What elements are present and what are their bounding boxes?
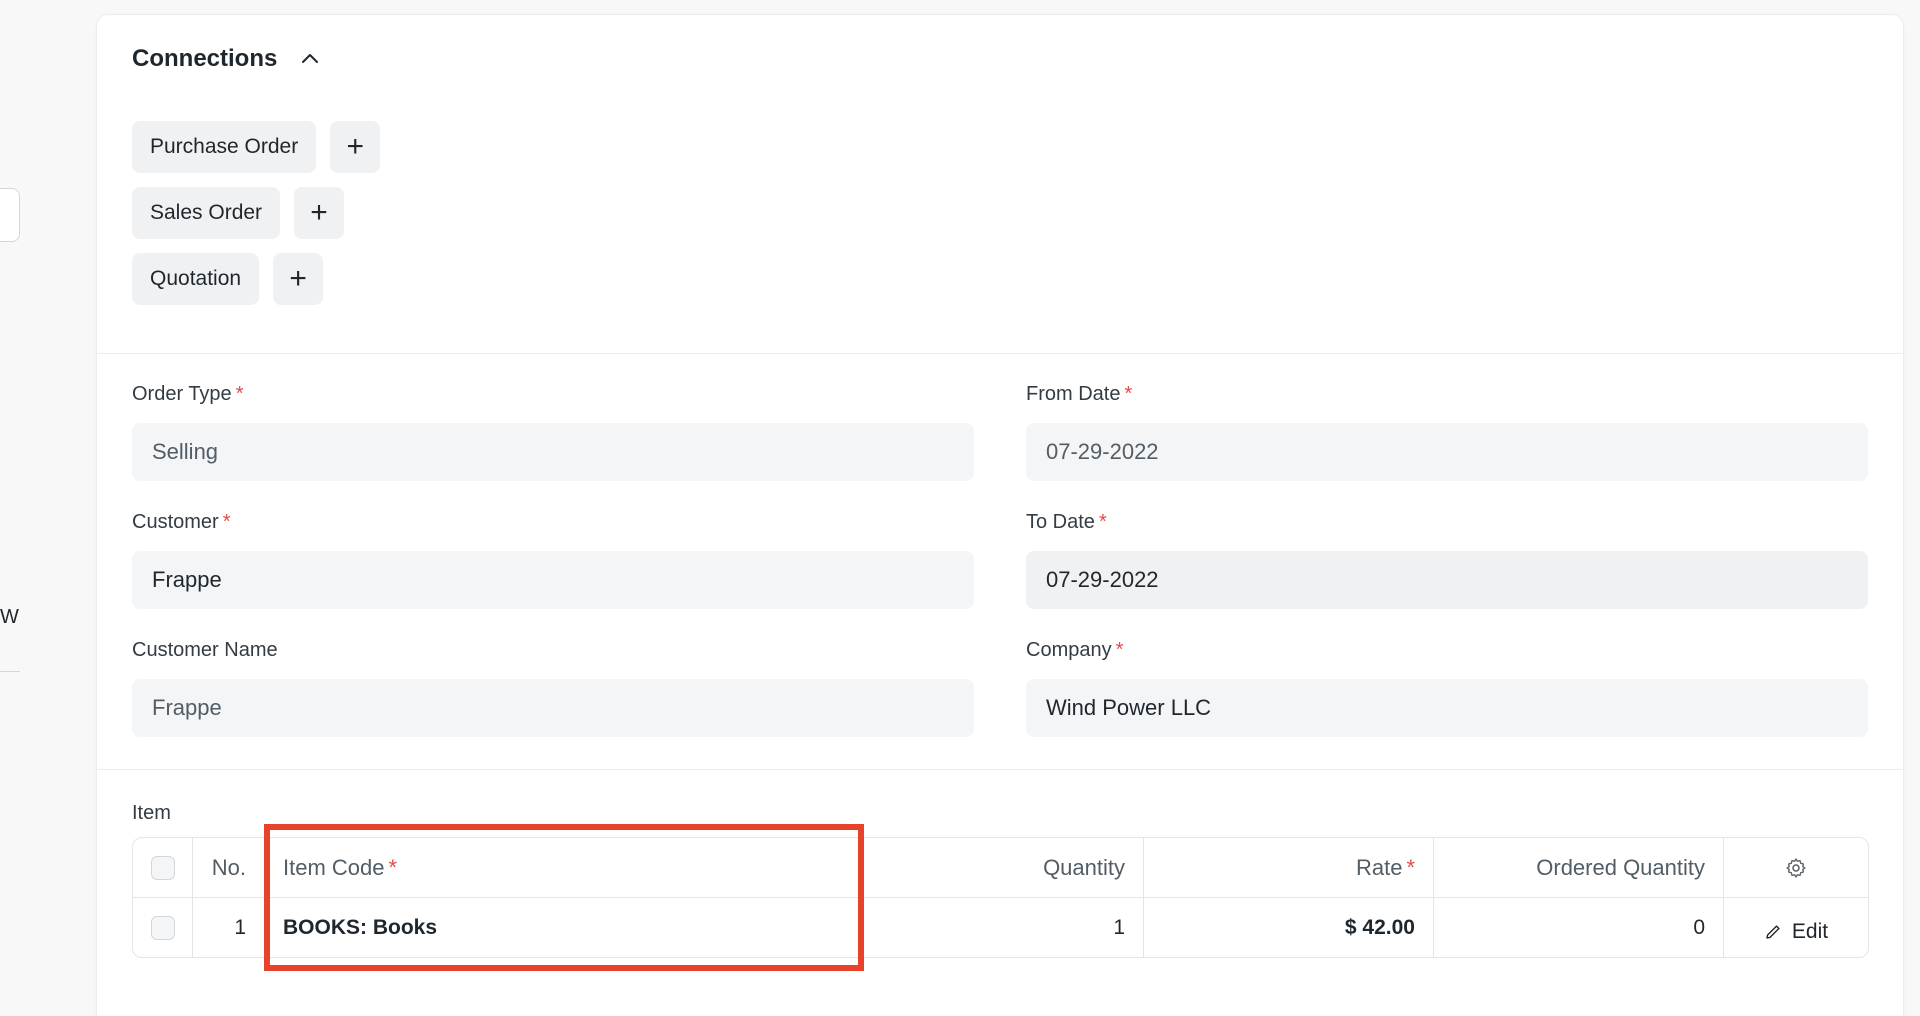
- from-date-label: From Date *: [1026, 383, 1133, 405]
- row-edit-label: Edit: [1791, 920, 1829, 943]
- row-checkbox[interactable]: [150, 916, 175, 940]
- connection-row-sales-order: Sales Order +: [132, 187, 345, 239]
- column-settings-button[interactable]: [1724, 838, 1868, 897]
- connection-purchase-order-button[interactable]: Purchase Order: [132, 121, 317, 173]
- company-label: Company *: [1026, 639, 1124, 661]
- connections-header[interactable]: Connections: [132, 45, 321, 73]
- chevron-up-icon[interactable]: [299, 48, 321, 70]
- sidebar-text-fragment: W: [0, 606, 19, 628]
- section-divider: [97, 769, 1903, 770]
- header-rate: Rate *: [1144, 838, 1434, 897]
- add-purchase-order-button[interactable]: +: [330, 121, 381, 173]
- sidebar-divider: [0, 671, 20, 672]
- connection-row-quotation: Quotation +: [132, 253, 324, 305]
- customer-name-field: Customer Name Frappe: [132, 639, 974, 737]
- row-quantity[interactable]: 1: [954, 898, 1144, 957]
- to-date-field: To Date * 07-29-2022: [1026, 511, 1868, 609]
- customer-name-input: Frappe: [132, 679, 974, 737]
- select-all-checkbox[interactable]: [150, 855, 175, 880]
- row-item-code[interactable]: BOOKS: Books: [265, 898, 954, 957]
- from-date-input[interactable]: 07-29-2022: [1026, 423, 1868, 481]
- header-select-cell: [133, 838, 193, 897]
- connection-quotation-button[interactable]: Quotation: [132, 253, 260, 305]
- to-date-label: To Date *: [1026, 511, 1107, 533]
- item-table: No. Item Code * Quantity Rate * Ordered Qu…: [132, 837, 1869, 958]
- item-table-header: No. Item Code * Quantity Rate * Ordered Qu…: [133, 838, 1868, 898]
- company-field: Company * Wind Power LLC: [1026, 639, 1868, 737]
- sidebar-input-fragment[interactable]: [0, 188, 20, 242]
- customer-name-label: Customer Name: [132, 639, 278, 661]
- customer-field: Customer * Frappe: [132, 511, 974, 609]
- connection-row-purchase-order: Purchase Order +: [132, 121, 381, 173]
- from-date-field: From Date * 07-29-2022: [1026, 383, 1868, 481]
- row-select-cell: [133, 898, 193, 957]
- customer-input[interactable]: Frappe: [132, 551, 974, 609]
- connection-sales-order-button[interactable]: Sales Order: [132, 187, 281, 239]
- row-edit-button[interactable]: Edit: [1764, 920, 1828, 944]
- company-input[interactable]: Wind Power LLC: [1026, 679, 1868, 737]
- header-item-code: Item Code *: [283, 854, 398, 880]
- add-quotation-button[interactable]: +: [273, 253, 324, 305]
- gear-icon: [1786, 857, 1806, 878]
- header-quantity: Quantity: [954, 838, 1144, 897]
- section-divider: [97, 353, 1903, 354]
- add-sales-order-button[interactable]: +: [294, 187, 345, 239]
- row-actions-cell: Edit: [1724, 898, 1868, 957]
- row-no: 1: [193, 898, 265, 957]
- connections-title: Connections: [132, 45, 278, 72]
- header-ordered-quantity: Ordered Quantity: [1434, 838, 1724, 897]
- pencil-icon: [1766, 925, 1780, 939]
- form-card: Connections Purchase Order + Sales Order…: [96, 14, 1904, 1016]
- to-date-input[interactable]: 07-29-2022: [1026, 551, 1868, 609]
- row-rate[interactable]: $ 42.00: [1144, 898, 1434, 957]
- order-type-select[interactable]: Selling: [132, 423, 974, 481]
- header-no: No.: [193, 838, 265, 897]
- order-type-field: Order Type * Selling: [132, 383, 974, 481]
- customer-label: Customer *: [132, 511, 231, 533]
- table-row[interactable]: 1 BOOKS: Books 1 $ 42.00 0 Edit: [133, 898, 1868, 957]
- item-table-label: Item: [132, 802, 171, 824]
- row-ordered-quantity: 0: [1434, 898, 1724, 957]
- order-type-label: Order Type *: [132, 383, 244, 405]
